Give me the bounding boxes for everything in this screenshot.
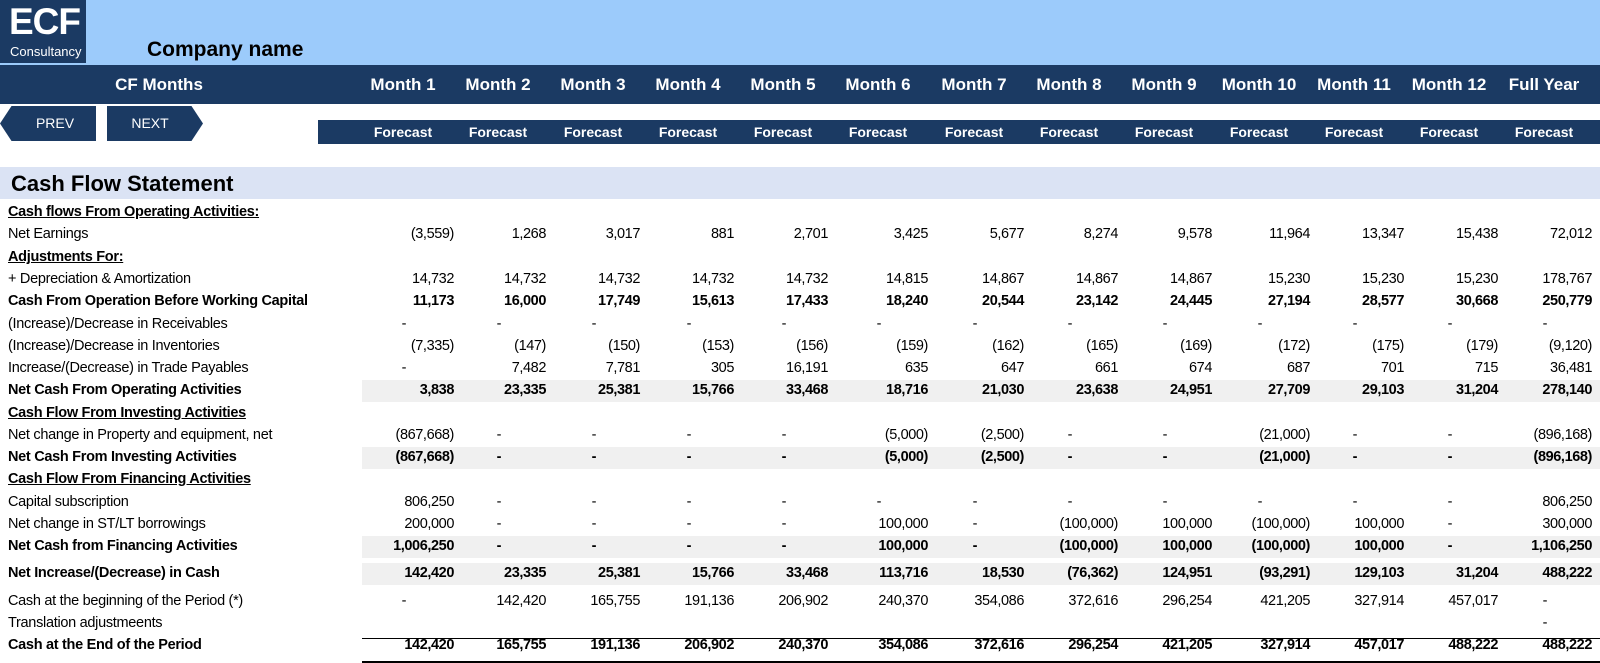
row-label: Net change in ST/LT borrowings (8, 516, 206, 532)
table-cell: 278,140 (1542, 382, 1592, 398)
table-cell: (896,168) (1533, 449, 1593, 465)
row-label: Cash Flow From Investing Activities (8, 405, 246, 421)
column-header: Month 9 (1131, 75, 1197, 94)
table-cell: - (1162, 449, 1168, 465)
logo-subtext: Consultancy (10, 44, 82, 59)
column-header: Month 5 (750, 75, 816, 94)
forecast-label: Forecast (658, 124, 718, 140)
forecast-label: Forecast (1229, 124, 1289, 140)
forecast-label: Forecast (944, 124, 1004, 140)
row-label: Cash From Operation Before Working Capit… (8, 293, 308, 309)
column-header: Month 6 (845, 75, 911, 94)
table-cell: 250,779 (1542, 293, 1592, 309)
cf-months-title: CF Months (115, 75, 203, 94)
row-label: Translation adjustmeents (8, 615, 163, 631)
table-cell: - (1447, 494, 1453, 510)
column-header: Month 4 (655, 75, 721, 94)
table-cell: - (1447, 449, 1453, 465)
table-cell: 488,222 (1542, 565, 1592, 581)
table-cell: - (1447, 427, 1453, 443)
section-band (0, 167, 1600, 199)
row-label: Adjustments For: (8, 249, 124, 265)
table-cell: (9,120) (1548, 338, 1593, 354)
row-label: Net Cash From Investing Activities (8, 449, 237, 465)
table-cell: 300,000 (1542, 516, 1592, 532)
forecast-label: Forecast (468, 124, 528, 140)
forecast-label: Forecast (373, 124, 433, 140)
prev-button[interactable]: PREV (0, 106, 96, 141)
row-label: (Increase)/Decrease in Receivables (8, 316, 228, 332)
column-header: Month 10 (1221, 75, 1297, 94)
row-label: Net change in Property and equipment, ne… (8, 427, 273, 443)
forecast-label: Forecast (1134, 124, 1194, 140)
column-header: Full Year (1508, 75, 1580, 94)
row-label: + Depreciation & Amortization (8, 271, 191, 287)
table-cell: 36,481 (1550, 360, 1592, 376)
row-label: Net Earnings (8, 226, 89, 242)
row-label: Cash at the End of the Period (8, 637, 202, 653)
table-cell: - (781, 449, 787, 465)
row-label: Cash Flow From Financing Activities (8, 471, 251, 487)
table-cell: 72,012 (1550, 226, 1592, 242)
column-header: Month 12 (1411, 75, 1487, 94)
table-cell: - (781, 427, 787, 443)
forecast-label: Forecast (1039, 124, 1099, 140)
row-label: Capital subscription (8, 494, 129, 510)
column-header: Month 1 (370, 75, 436, 94)
table-cell: 806,250 (1542, 494, 1592, 510)
column-header: Month 8 (1036, 75, 1102, 94)
company-name: Company name (147, 38, 304, 61)
table-cell: 178,767 (1542, 271, 1592, 287)
table-cell: 1,106,250 (1531, 538, 1592, 554)
row-label: (Increase)/Decrease in Inventories (8, 338, 220, 354)
column-header: Month 11 (1317, 75, 1391, 94)
table-cell: - (781, 516, 787, 532)
table-cell: - (1447, 516, 1453, 532)
row-label: Increase/(Decrease) in Trade Payables (8, 360, 249, 376)
forecast-label: Forecast (848, 124, 908, 140)
table-cell: - (401, 593, 407, 609)
table-cell: - (1542, 593, 1548, 609)
table-cell: - (1447, 538, 1453, 554)
column-header: Month 7 (941, 75, 1007, 94)
row-label: Net Increase/(Decrease) in Cash (8, 565, 220, 581)
table-cell: (896,168) (1533, 427, 1593, 443)
row-label: Net Cash From Operating Activities (8, 382, 242, 398)
table-cell: - (1542, 316, 1548, 332)
final-row-top-border (362, 638, 1600, 639)
ecf-logo: ECF Consultancy (0, 0, 86, 63)
forecast-label: Forecast (1514, 124, 1574, 140)
table-cell: - (1162, 427, 1168, 443)
table-cell: - (972, 538, 978, 554)
logo-text: ECF (9, 1, 81, 42)
table-cell: - (1542, 615, 1548, 631)
column-header: Month 3 (560, 75, 626, 94)
column-header: Month 2 (465, 75, 531, 94)
section-title: Cash Flow Statement (11, 171, 234, 196)
row-label: Cash at the beginning of the Period (*) (8, 593, 243, 609)
table-cell: - (972, 516, 978, 532)
row-label: Cash flows From Operating Activities: (8, 204, 260, 220)
forecast-label: Forecast (753, 124, 813, 140)
row-label: Net Cash from Financing Activities (8, 538, 238, 554)
next-button[interactable]: NEXT (107, 106, 203, 141)
forecast-label: Forecast (1324, 124, 1384, 140)
table-cell: - (781, 538, 787, 554)
table-cell: - (401, 360, 407, 376)
forecast-label: Forecast (563, 124, 623, 140)
forecast-label: Forecast (1419, 124, 1479, 140)
